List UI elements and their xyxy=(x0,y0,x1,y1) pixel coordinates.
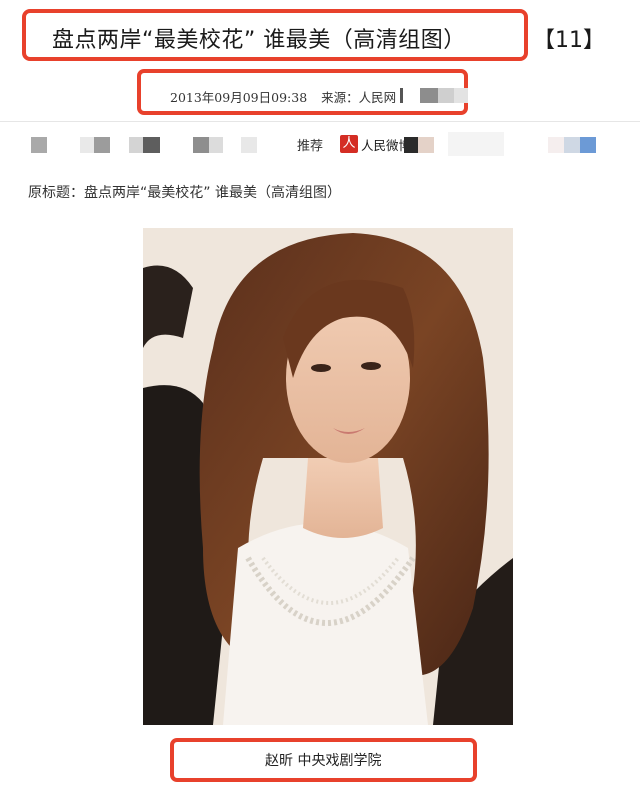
weibo-icon: 人 xyxy=(340,135,358,153)
share-icon[interactable] xyxy=(548,137,564,153)
share-icon[interactable] xyxy=(241,137,257,153)
original-title: 原标题：盘点两岸“最美校花” 谁最美（高清组图） xyxy=(28,185,341,201)
article-title: 盘点两岸“最美校花” 谁最美（高清组图） xyxy=(52,28,466,53)
recommend-label: 推荐 xyxy=(297,139,324,154)
article-photo xyxy=(143,228,513,725)
share-icon[interactable] xyxy=(418,137,434,153)
article-meta: 2013年09月09日09:38 来源：人民网 xyxy=(170,87,396,106)
share-bar: 推荐 人 人民微博 xyxy=(0,128,640,162)
portrait-illustration xyxy=(143,228,513,725)
share-icon[interactable] xyxy=(143,137,160,153)
page-indicator: 【11】 xyxy=(533,28,605,53)
share-icon[interactable] xyxy=(209,137,223,153)
divider xyxy=(0,121,640,122)
share-icon[interactable] xyxy=(193,137,209,153)
share-icon[interactable] xyxy=(31,137,47,153)
share-icon[interactable] xyxy=(404,137,418,153)
share-icon[interactable] xyxy=(564,137,580,153)
source-name[interactable]: 人民网 xyxy=(359,90,397,105)
share-icon[interactable] xyxy=(129,137,143,153)
source-label: 来源： xyxy=(321,90,359,105)
share-icon[interactable] xyxy=(448,132,504,156)
share-icon[interactable] xyxy=(94,137,110,153)
share-icon[interactable] xyxy=(580,137,596,153)
photo-caption: 赵昕 中央戏剧学院 xyxy=(265,753,382,769)
publish-datetime: 2013年09月09日09:38 xyxy=(170,90,308,105)
pixelated-redaction xyxy=(400,86,470,104)
share-icon[interactable] xyxy=(80,137,94,153)
weibo-share-button[interactable]: 人 人民微博 xyxy=(340,134,411,154)
